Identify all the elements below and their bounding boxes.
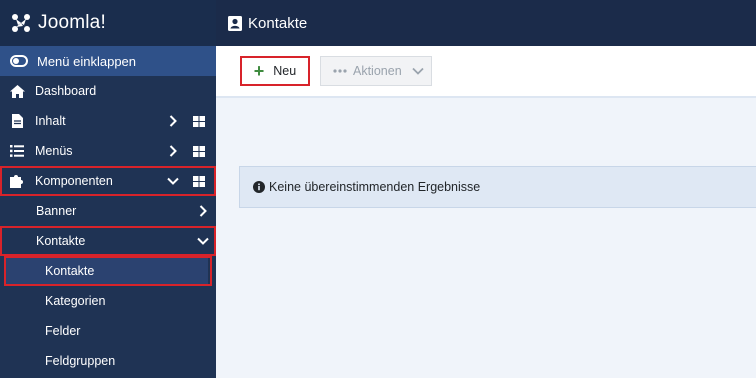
toggle-icon [10, 55, 28, 67]
sidebar-item-label: Komponenten [35, 174, 113, 188]
address-card-icon [228, 15, 242, 31]
sidebar-subitem-banner[interactable]: Banner [0, 196, 216, 226]
actions-label: Aktionen [353, 64, 402, 78]
sidebar-subitem-label: Kontakte [36, 234, 86, 248]
collapse-menu-button[interactable]: Menü einklappen [0, 46, 216, 76]
sidebar-subitem-label: Banner [36, 204, 77, 218]
info-circle-icon [253, 181, 265, 193]
puzzle-icon [9, 174, 25, 188]
page-title: Kontakte [248, 14, 308, 32]
dashboard-grid-icon[interactable] [192, 115, 206, 127]
sidebar-item-menues[interactable]: Menüs [0, 136, 216, 166]
sidebar-item-inhalt[interactable]: Inhalt [0, 106, 216, 136]
sidebar-subitem-feldgruppen[interactable]: Feldgruppen [0, 346, 216, 376]
sidebar-subitem-label: Kontakte [45, 264, 95, 278]
file-icon [9, 114, 25, 128]
plus-icon: + [253, 61, 265, 81]
joomla-logo-icon [10, 12, 32, 34]
sidebar-subitem-label: Felder [45, 324, 81, 338]
brand-name: Joomla! [38, 12, 106, 33]
list-icon [9, 145, 25, 157]
sidebar-item-dashboard[interactable]: Dashboard [0, 76, 216, 106]
dashboard-grid-icon[interactable] [192, 145, 206, 157]
toolbar: + Neu Aktionen [216, 46, 756, 98]
alert-message: Keine übereinstimmenden Ergebnisse [269, 180, 481, 194]
home-icon [9, 84, 25, 98]
dashboard-grid-icon[interactable] [192, 175, 206, 187]
sidebar-subitem-label: Feldgruppen [45, 354, 116, 368]
header-bar: Kontakte [216, 0, 756, 46]
ellipsis-icon [333, 69, 347, 73]
sidebar-subitem-label: Kategorien [45, 294, 106, 308]
sidebar-subitem-kontakte-list[interactable]: Kontakte [4, 256, 208, 286]
chevron-down-icon[interactable] [166, 177, 180, 185]
sidebar-item-label: Menüs [35, 144, 73, 158]
chevron-down-icon [412, 67, 424, 75]
new-button[interactable]: + Neu [240, 56, 310, 86]
joomla-logo[interactable]: Joomla! [0, 0, 216, 46]
actions-dropdown[interactable]: Aktionen [320, 56, 432, 86]
chevron-right-icon[interactable] [196, 205, 210, 217]
chevron-right-icon[interactable] [166, 115, 180, 127]
sidebar-subitem-kategorien[interactable]: Kategorien [0, 286, 216, 316]
collapse-menu-label: Menü einklappen [37, 53, 137, 69]
new-button-label: Neu [273, 64, 297, 78]
info-alert: Keine übereinstimmenden Ergebnisse [239, 166, 756, 208]
chevron-right-icon[interactable] [166, 145, 180, 157]
chevron-down-icon[interactable] [196, 237, 210, 245]
main-content: Keine übereinstimmenden Ergebnisse [216, 98, 756, 378]
sidebar-item-komponenten[interactable]: Komponenten [0, 166, 216, 196]
sidebar-item-label: Dashboard [35, 84, 97, 98]
sidebar: Joomla! Menü einklappen Dashboard Inhalt [0, 0, 216, 378]
sidebar-subitem-felder[interactable]: Felder [0, 316, 216, 346]
sidebar-subitem-kontakte[interactable]: Kontakte [0, 226, 216, 256]
sidebar-item-label: Inhalt [35, 114, 66, 128]
